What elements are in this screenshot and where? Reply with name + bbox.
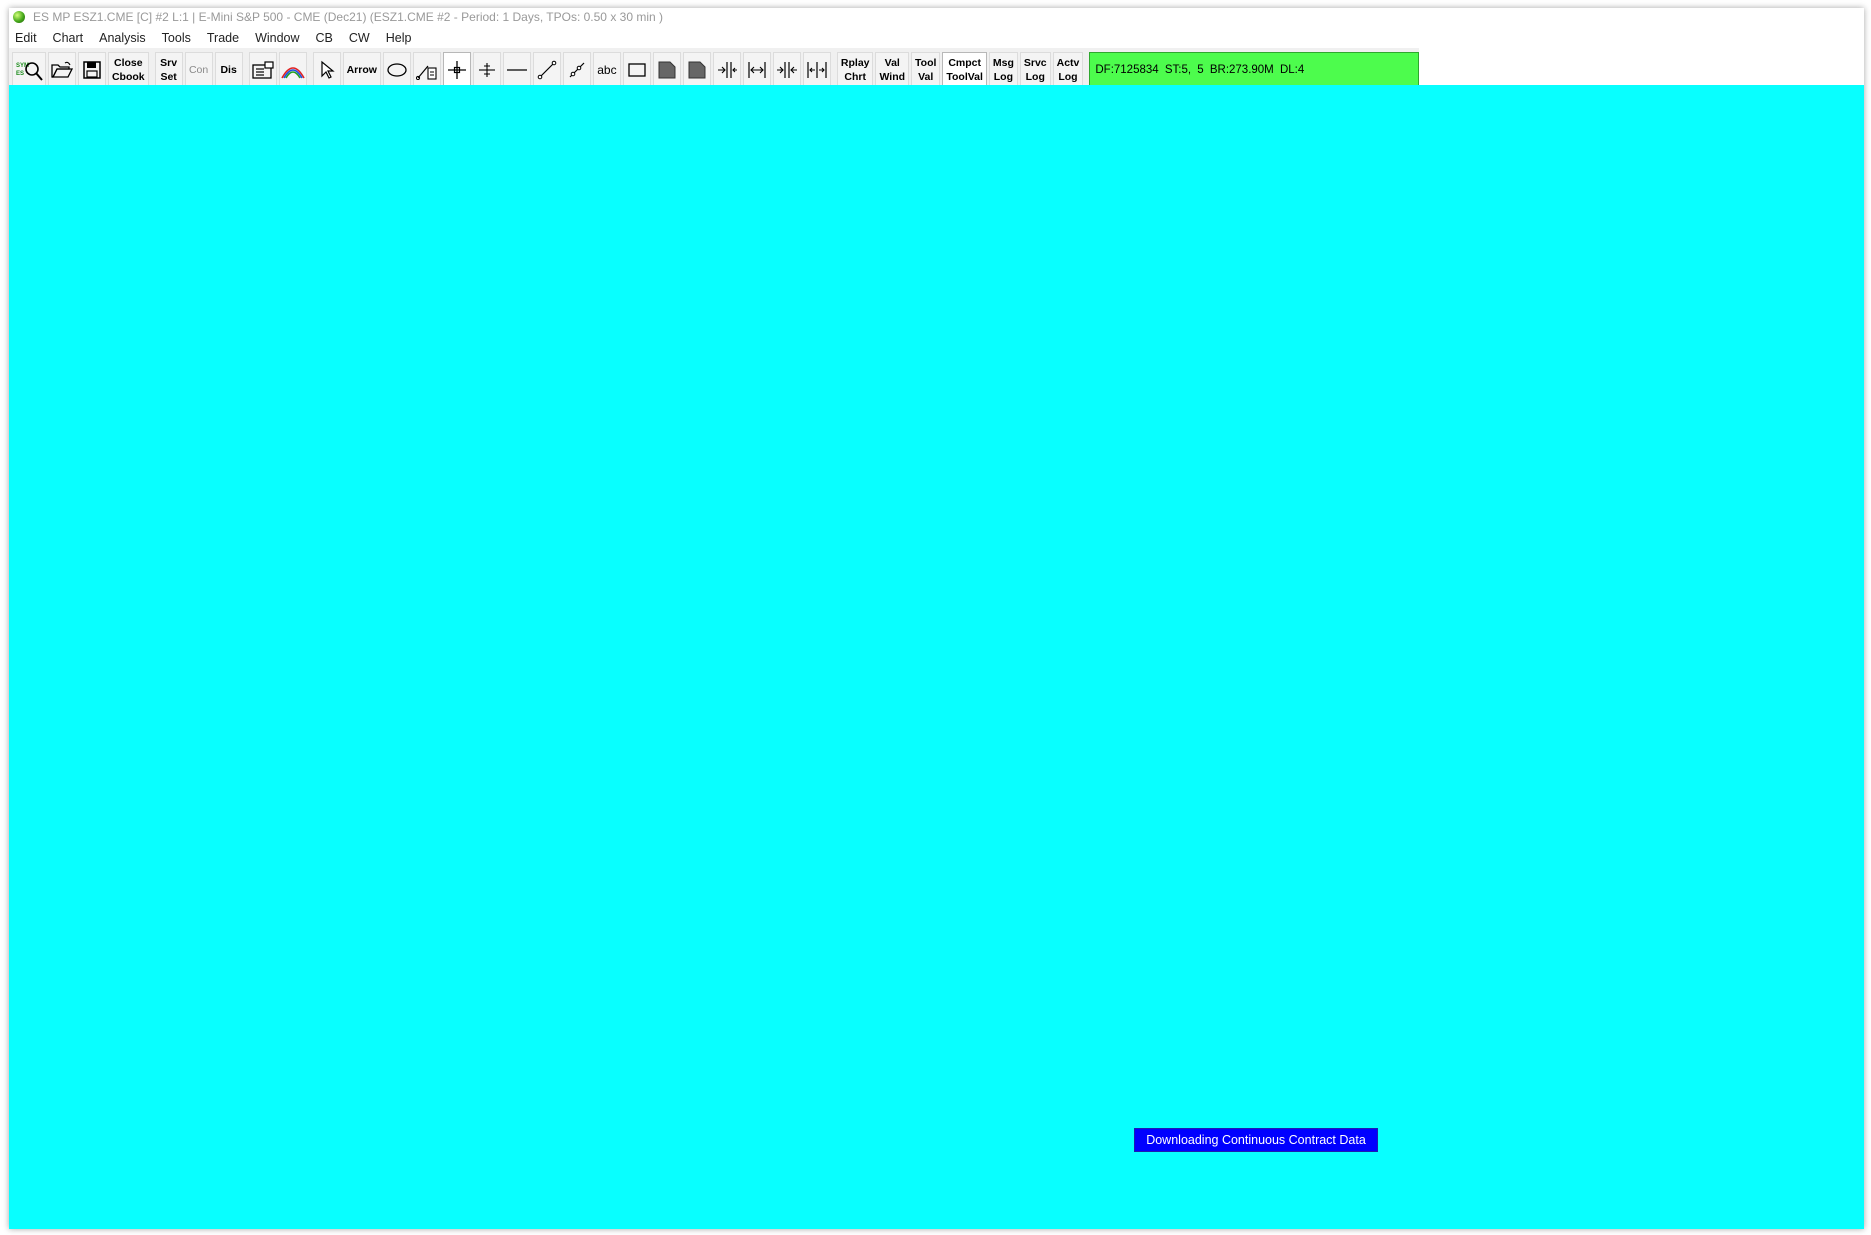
chart-settings-button[interactable]: [248, 51, 277, 88]
decrease-bar-spacing-button[interactable]: [712, 51, 741, 88]
menu-help[interactable]: Help: [378, 31, 420, 45]
message-log-button[interactable]: Msg Log: [988, 51, 1018, 88]
filled-rectangle-tool-button[interactable]: [652, 51, 681, 88]
arrow-tool-button[interactable]: Arrow: [342, 51, 381, 88]
fit-bars-icon: [807, 61, 827, 78]
disconnect-button[interactable]: Dis: [214, 51, 243, 88]
scroll-bars-in-button[interactable]: [772, 51, 801, 88]
cursor-cross-icon: [478, 62, 495, 77]
symbol-search-icon: SYM ES: [16, 61, 43, 81]
floppy-disk-icon: [83, 60, 101, 79]
compact-tool-values-button[interactable]: Cmpct ToolVal: [942, 51, 987, 88]
horizontal-line-tool-button[interactable]: [502, 51, 531, 88]
studies-button[interactable]: [278, 51, 307, 88]
filled-shape-icon: [658, 61, 676, 78]
chart-settings-icon: [251, 60, 274, 79]
menu-bar: Edit Chart Analysis Tools Trade Window C…: [9, 28, 1864, 48]
svg-text:ES: ES: [16, 71, 24, 77]
close-cbook-button[interactable]: Close Cbook: [107, 51, 149, 88]
menu-tools[interactable]: Tools: [154, 31, 199, 45]
menu-edit[interactable]: Edit: [9, 31, 45, 45]
cursor-tool-button[interactable]: [472, 51, 501, 88]
ellipse-icon: [387, 62, 407, 77]
ray-line-icon: [569, 62, 585, 77]
crosshair-tool-button[interactable]: [442, 51, 471, 88]
pointer-tool-button[interactable]: [312, 51, 341, 88]
menu-trade[interactable]: Trade: [199, 31, 247, 45]
center-bars-icon: [776, 61, 797, 78]
activity-log-button[interactable]: Actv Log: [1052, 51, 1084, 88]
rectangle-icon: [628, 62, 646, 77]
menu-chart[interactable]: Chart: [45, 31, 92, 45]
connection-status-box: DF:7125834 ST:5, 5 BR:273.90M DL:4: [1089, 51, 1419, 88]
calculator-line-icon: [415, 65, 437, 80]
rectangle-tool-button[interactable]: [622, 51, 651, 88]
menu-analysis[interactable]: Analysis: [91, 31, 154, 45]
trend-line-icon: [537, 60, 557, 79]
text-tool-button[interactable]: abc: [592, 51, 621, 88]
open-folder-button[interactable]: [47, 51, 76, 88]
app-window: ES MP ESZ1.CME [C] #2 L:1 | E-Mini S&P 5…: [9, 8, 1864, 1229]
connect-button[interactable]: Con: [184, 51, 213, 88]
increase-bar-spacing-button[interactable]: [742, 51, 771, 88]
server-settings-button[interactable]: Srv Set: [154, 51, 183, 88]
rainbow-studies-icon: [280, 66, 305, 78]
expand-bars-icon: [748, 61, 766, 78]
filled-rectangle-ext-tool-button[interactable]: [682, 51, 711, 88]
window-title: ES MP ESZ1.CME [C] #2 L:1 | E-Mini S&P 5…: [33, 10, 663, 24]
mouse-pointer-icon: [321, 60, 335, 79]
menu-window[interactable]: Window: [247, 31, 307, 45]
service-log-button[interactable]: Srvc Log: [1019, 51, 1051, 88]
crosshair-icon: [447, 60, 466, 79]
tool-values-button[interactable]: Tool Val: [911, 51, 941, 88]
line-tool-button[interactable]: [532, 51, 561, 88]
values-window-button[interactable]: Val Wind: [875, 51, 910, 88]
ellipse-tool-button[interactable]: [382, 51, 411, 88]
download-status-message: Downloading Continuous Contract Data: [1134, 1128, 1378, 1152]
compress-bars-icon: [717, 61, 737, 78]
folder-open-icon: [51, 61, 73, 78]
filled-shape-ext-icon: [688, 61, 706, 78]
replay-chart-button[interactable]: Rplay Chrt: [836, 51, 874, 88]
save-button[interactable]: [77, 51, 106, 88]
scroll-bars-out-button[interactable]: [802, 51, 831, 88]
title-bar: ES MP ESZ1.CME [C] #2 L:1 | E-Mini S&P 5…: [9, 8, 1864, 26]
menu-cb[interactable]: CB: [308, 31, 341, 45]
symbol-search-button[interactable]: SYM ES: [12, 51, 46, 88]
app-globe-icon: [13, 11, 25, 23]
horizontal-line-icon: [506, 68, 527, 71]
ray-tool-button[interactable]: [562, 51, 591, 88]
chart-area[interactable]: Downloading Continuous Contract Data: [9, 85, 1864, 1229]
calculator-tool-button[interactable]: [412, 51, 441, 88]
menu-cw[interactable]: CW: [341, 31, 378, 45]
